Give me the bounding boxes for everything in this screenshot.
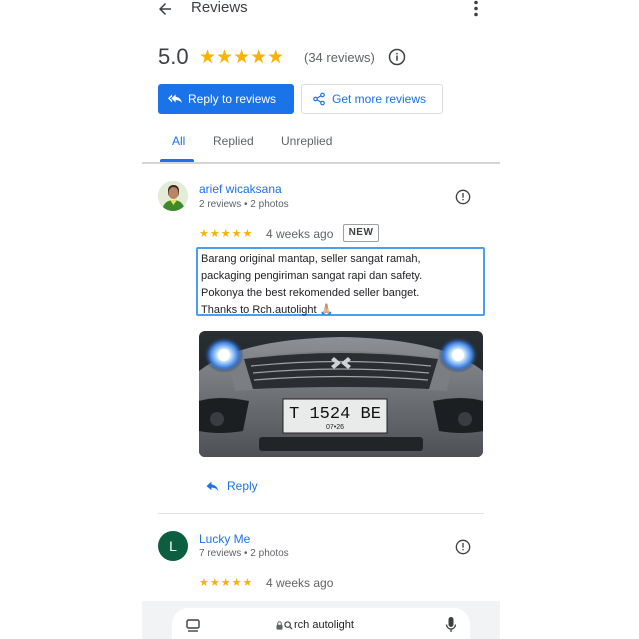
review-date: 4 weeks ago bbox=[266, 576, 334, 590]
review-text-line: Barang original mantap, seller sangat ra… bbox=[201, 253, 421, 265]
avatar-photo bbox=[158, 181, 188, 211]
review-text-line: packaging pengiriman sangat rapi dan saf… bbox=[201, 270, 423, 282]
review-stars: ★★★★★ bbox=[199, 228, 254, 240]
reviews-screen: Reviews 5.0 ★★★★★ (34 reviews) Reply to … bbox=[142, 0, 500, 639]
mic-icon[interactable] bbox=[445, 616, 457, 634]
search-icon bbox=[284, 620, 293, 630]
share-icon bbox=[313, 92, 325, 106]
browser-bottom-bar: rch autolight bbox=[142, 601, 500, 639]
page-title: Reviews bbox=[191, 0, 248, 16]
reviewer-name[interactable]: arief wicaksana bbox=[199, 182, 282, 196]
review-text: Barang original mantap, seller sangat ra… bbox=[196, 247, 485, 316]
url-text: rch autolight bbox=[294, 619, 354, 631]
plate-expiry: 07•26 bbox=[326, 424, 344, 431]
reply-to-reviews-label: Reply to reviews bbox=[188, 92, 277, 106]
new-badge: NEW bbox=[343, 224, 379, 242]
review-date: 4 weeks ago bbox=[266, 227, 334, 241]
app-bar: Reviews bbox=[142, 0, 500, 20]
review-stars: ★★★★★ bbox=[199, 577, 254, 589]
review-divider bbox=[158, 513, 484, 514]
tab-switcher-icon[interactable] bbox=[185, 618, 201, 634]
review-photo[interactable]: T 1524 BE 07•26 bbox=[199, 331, 483, 457]
reply-button[interactable]: Reply bbox=[206, 479, 258, 493]
reply-icon bbox=[206, 481, 219, 491]
tab-unreplied[interactable]: Unreplied bbox=[281, 134, 332, 148]
review-count: (34 reviews) bbox=[304, 50, 375, 65]
car-photo: T 1524 BE 07•26 bbox=[199, 331, 483, 457]
active-tab-indicator bbox=[160, 159, 194, 162]
tab-replied[interactable]: Replied bbox=[213, 134, 254, 148]
avatar[interactable]: L bbox=[158, 531, 188, 561]
info-icon[interactable] bbox=[388, 48, 406, 66]
lock-icon bbox=[276, 620, 283, 630]
info-icon[interactable] bbox=[455, 539, 471, 555]
reviewer-meta: 7 reviews • 2 photos bbox=[199, 548, 289, 559]
avatar[interactable] bbox=[158, 181, 188, 211]
info-icon[interactable] bbox=[455, 189, 471, 205]
reviewer-name[interactable]: Lucky Me bbox=[199, 532, 250, 546]
reply-to-reviews-button[interactable]: Reply to reviews bbox=[158, 84, 294, 114]
address-bar[interactable]: rch autolight bbox=[172, 608, 470, 639]
review-text-line: Thanks to Rch.autolight 🙏🏼 bbox=[201, 304, 334, 316]
tab-all[interactable]: All bbox=[172, 134, 185, 148]
reply-label: Reply bbox=[227, 479, 258, 493]
review-text-line: Pokonya the best rekomended seller bange… bbox=[201, 287, 420, 299]
url-field[interactable]: rch autolight bbox=[276, 619, 354, 631]
more-vert-icon[interactable] bbox=[471, 0, 481, 18]
reviewer-meta: 2 reviews • 2 photos bbox=[199, 199, 289, 210]
review-filter-tabs: All Replied Unreplied bbox=[142, 128, 500, 164]
rating-score: 5.0 bbox=[158, 44, 189, 69]
plate-number: T 1524 BE bbox=[289, 405, 381, 424]
get-more-reviews-label: Get more reviews bbox=[332, 92, 427, 106]
get-more-reviews-button[interactable]: Get more reviews bbox=[301, 84, 443, 114]
rating-stars: ★★★★★ bbox=[199, 47, 285, 68]
arrow-back-icon[interactable] bbox=[156, 0, 174, 18]
reply-all-icon bbox=[168, 94, 182, 104]
